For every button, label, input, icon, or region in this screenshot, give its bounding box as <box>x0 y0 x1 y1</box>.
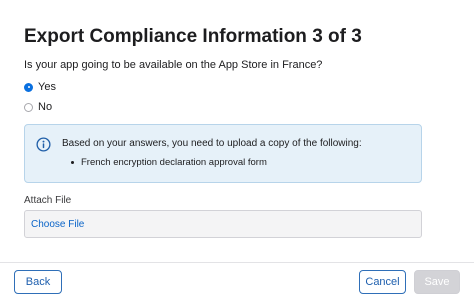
required-documents-list: French encryption declaration approval f… <box>71 157 267 168</box>
info-text: Based on your answers, you need to uploa… <box>62 138 362 149</box>
attach-file-label: Attach File <box>24 195 72 206</box>
radio-button-no[interactable] <box>24 102 33 112</box>
choose-file-button[interactable]: Choose File <box>31 219 84 230</box>
radio-option-yes[interactable]: Yes <box>24 80 56 94</box>
radio-label-yes: Yes <box>38 81 56 93</box>
question-label: Is your app going to be available on the… <box>24 59 323 71</box>
radio-button-yes[interactable] <box>24 82 33 92</box>
file-upload-field[interactable]: Choose File <box>24 210 422 238</box>
cancel-button[interactable]: Cancel <box>359 270 406 294</box>
save-button[interactable]: Save <box>414 270 460 294</box>
info-circle-icon <box>36 137 51 152</box>
footer-divider <box>0 262 474 263</box>
page-title: Export Compliance Information 3 of 3 <box>24 26 362 47</box>
radio-option-no[interactable]: No <box>24 100 52 114</box>
bullet-icon <box>71 161 74 164</box>
list-item: French encryption declaration approval f… <box>71 157 267 168</box>
list-item-label: French encryption declaration approval f… <box>81 157 267 168</box>
back-button[interactable]: Back <box>14 270 62 294</box>
info-notice: Based on your answers, you need to uploa… <box>24 124 422 183</box>
radio-label-no: No <box>38 101 53 113</box>
